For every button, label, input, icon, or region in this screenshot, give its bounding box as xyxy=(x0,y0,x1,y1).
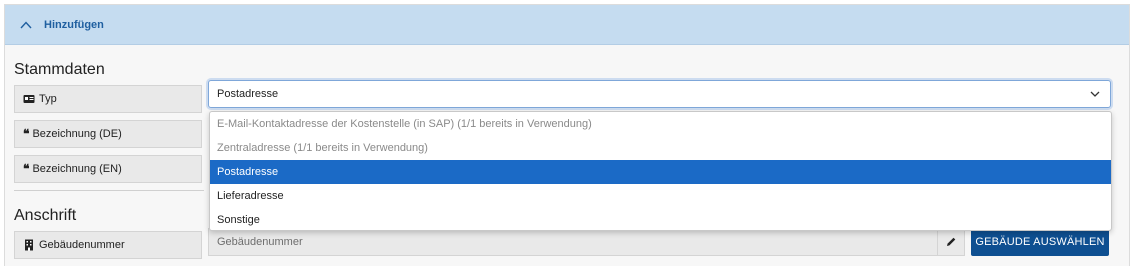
bezeichnung-en-label: ❝ Bezeichnung (EN) xyxy=(14,155,202,183)
bezeichnung-de-label-text: Bezeichnung (DE) xyxy=(32,128,122,140)
bezeichnung-en-label-text: Bezeichnung (EN) xyxy=(32,163,122,175)
dropdown-option-selected[interactable]: Postadresse xyxy=(210,160,1111,184)
select-building-button[interactable]: GEBÄUDE AUSWÄHLEN xyxy=(971,228,1109,256)
id-card-icon xyxy=(23,95,35,103)
section-divider xyxy=(14,190,204,191)
stammdaten-title: Stammdaten xyxy=(14,61,105,78)
edit-button[interactable] xyxy=(937,228,965,256)
typ-select-value: Postadresse xyxy=(217,88,279,100)
gebaeudenummer-placeholder: Gebäudenummer xyxy=(217,236,303,248)
gebaeudenummer-input[interactable]: Gebäudenummer xyxy=(208,228,964,256)
pencil-icon xyxy=(947,237,956,246)
typ-select[interactable]: Postadresse xyxy=(208,80,1111,108)
building-icon xyxy=(25,239,33,251)
gebaeudenummer-label: Gebäudenummer xyxy=(14,231,202,259)
bezeichnung-de-label: ❝ Bezeichnung (DE) xyxy=(14,120,202,148)
dropdown-option[interactable]: Sonstige xyxy=(210,208,1111,230)
chevron-up-icon xyxy=(20,20,32,28)
collapse-header[interactable]: Hinzufügen xyxy=(5,5,1129,45)
dropdown-option: E-Mail-Kontaktadresse der Kostenstelle (… xyxy=(217,118,592,130)
dropdown-option[interactable]: Lieferadresse xyxy=(210,184,1111,208)
quote-icon: ❝ xyxy=(23,162,30,176)
quote-icon: ❝ xyxy=(23,127,30,141)
anschrift-title: Anschrift xyxy=(14,207,77,224)
typ-label: Typ xyxy=(14,85,202,113)
gebaeudenummer-label-text: Gebäudenummer xyxy=(39,239,125,251)
typ-label-text: Typ xyxy=(39,93,57,105)
header-label: Hinzufügen xyxy=(44,18,104,31)
typ-dropdown-list: E-Mail-Kontaktadresse der Kostenstelle (… xyxy=(209,111,1112,231)
chevron-down-icon xyxy=(1090,91,1100,97)
dropdown-option: Zentraladresse (1/1 bereits in Verwendun… xyxy=(217,142,428,154)
